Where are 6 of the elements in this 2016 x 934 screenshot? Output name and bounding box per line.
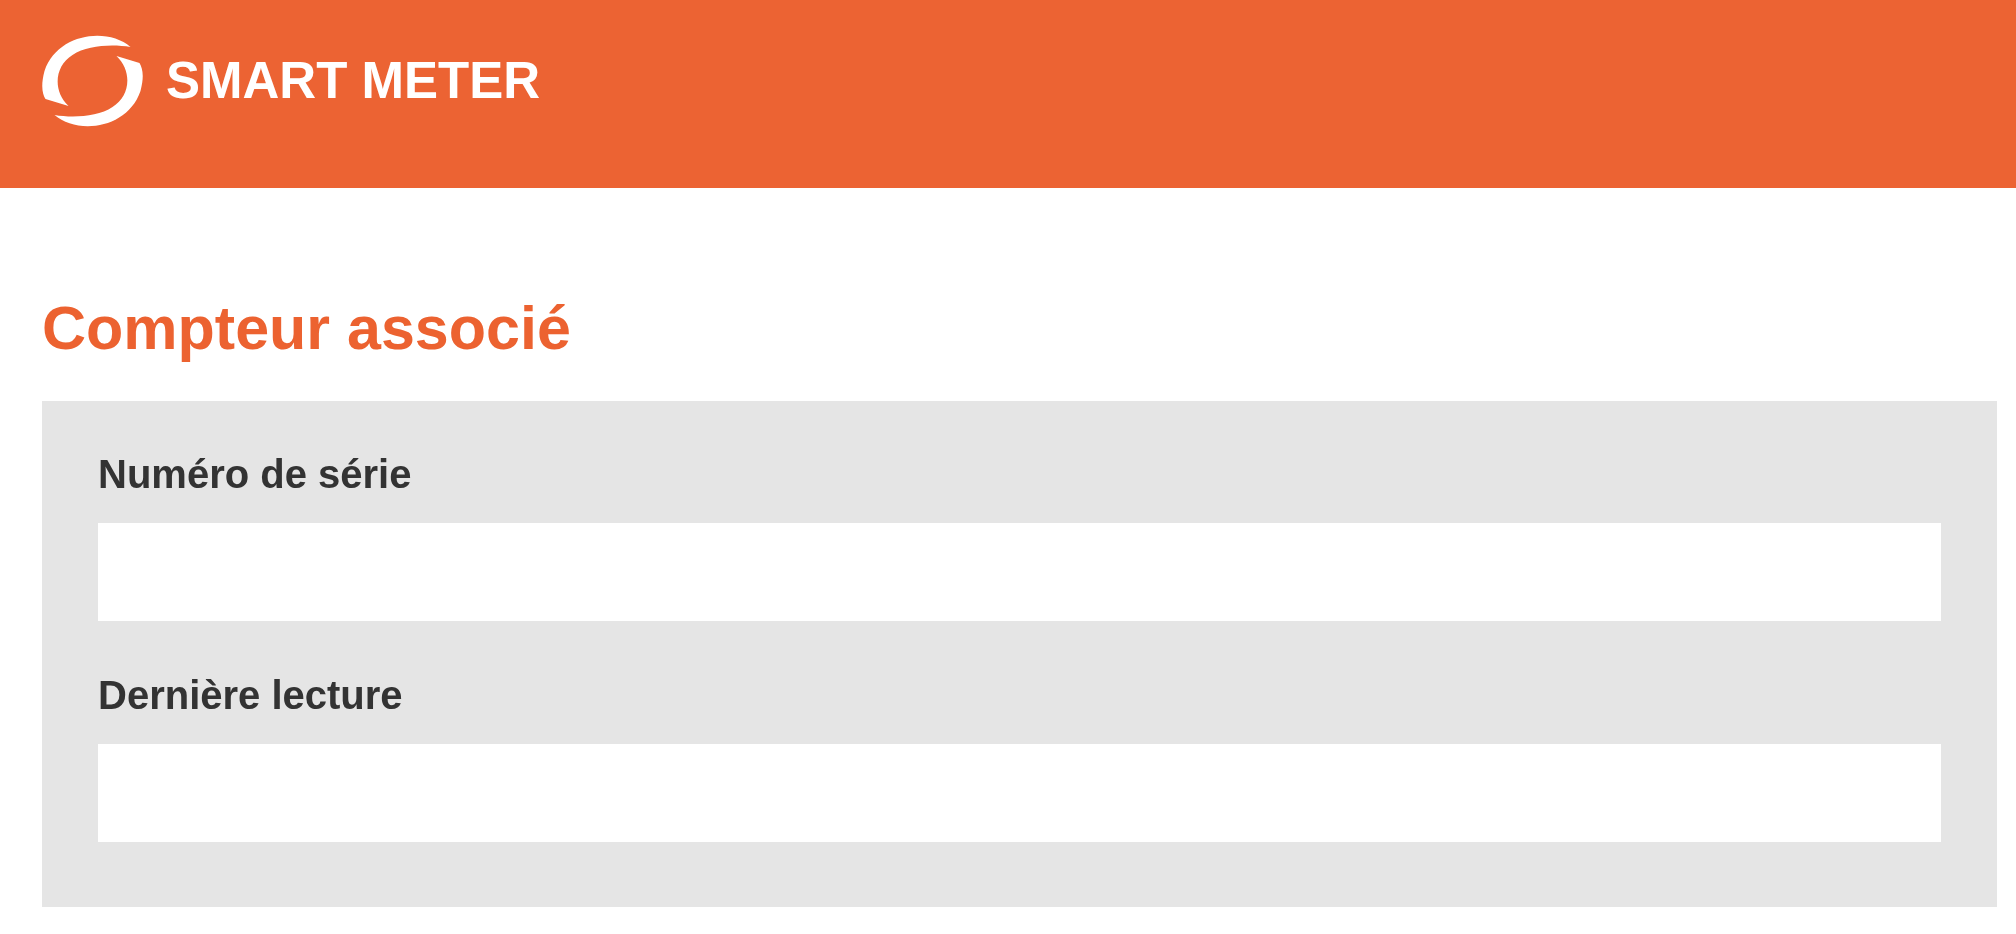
- field-label: Dernière lecture: [98, 672, 403, 719]
- field-label: Numéro de série: [98, 451, 412, 498]
- input-field[interactable]: [98, 744, 1941, 842]
- input-field[interactable]: [98, 523, 1941, 621]
- app-title: SMART METER: [166, 51, 540, 111]
- section-heading: Compteur associé: [42, 293, 571, 364]
